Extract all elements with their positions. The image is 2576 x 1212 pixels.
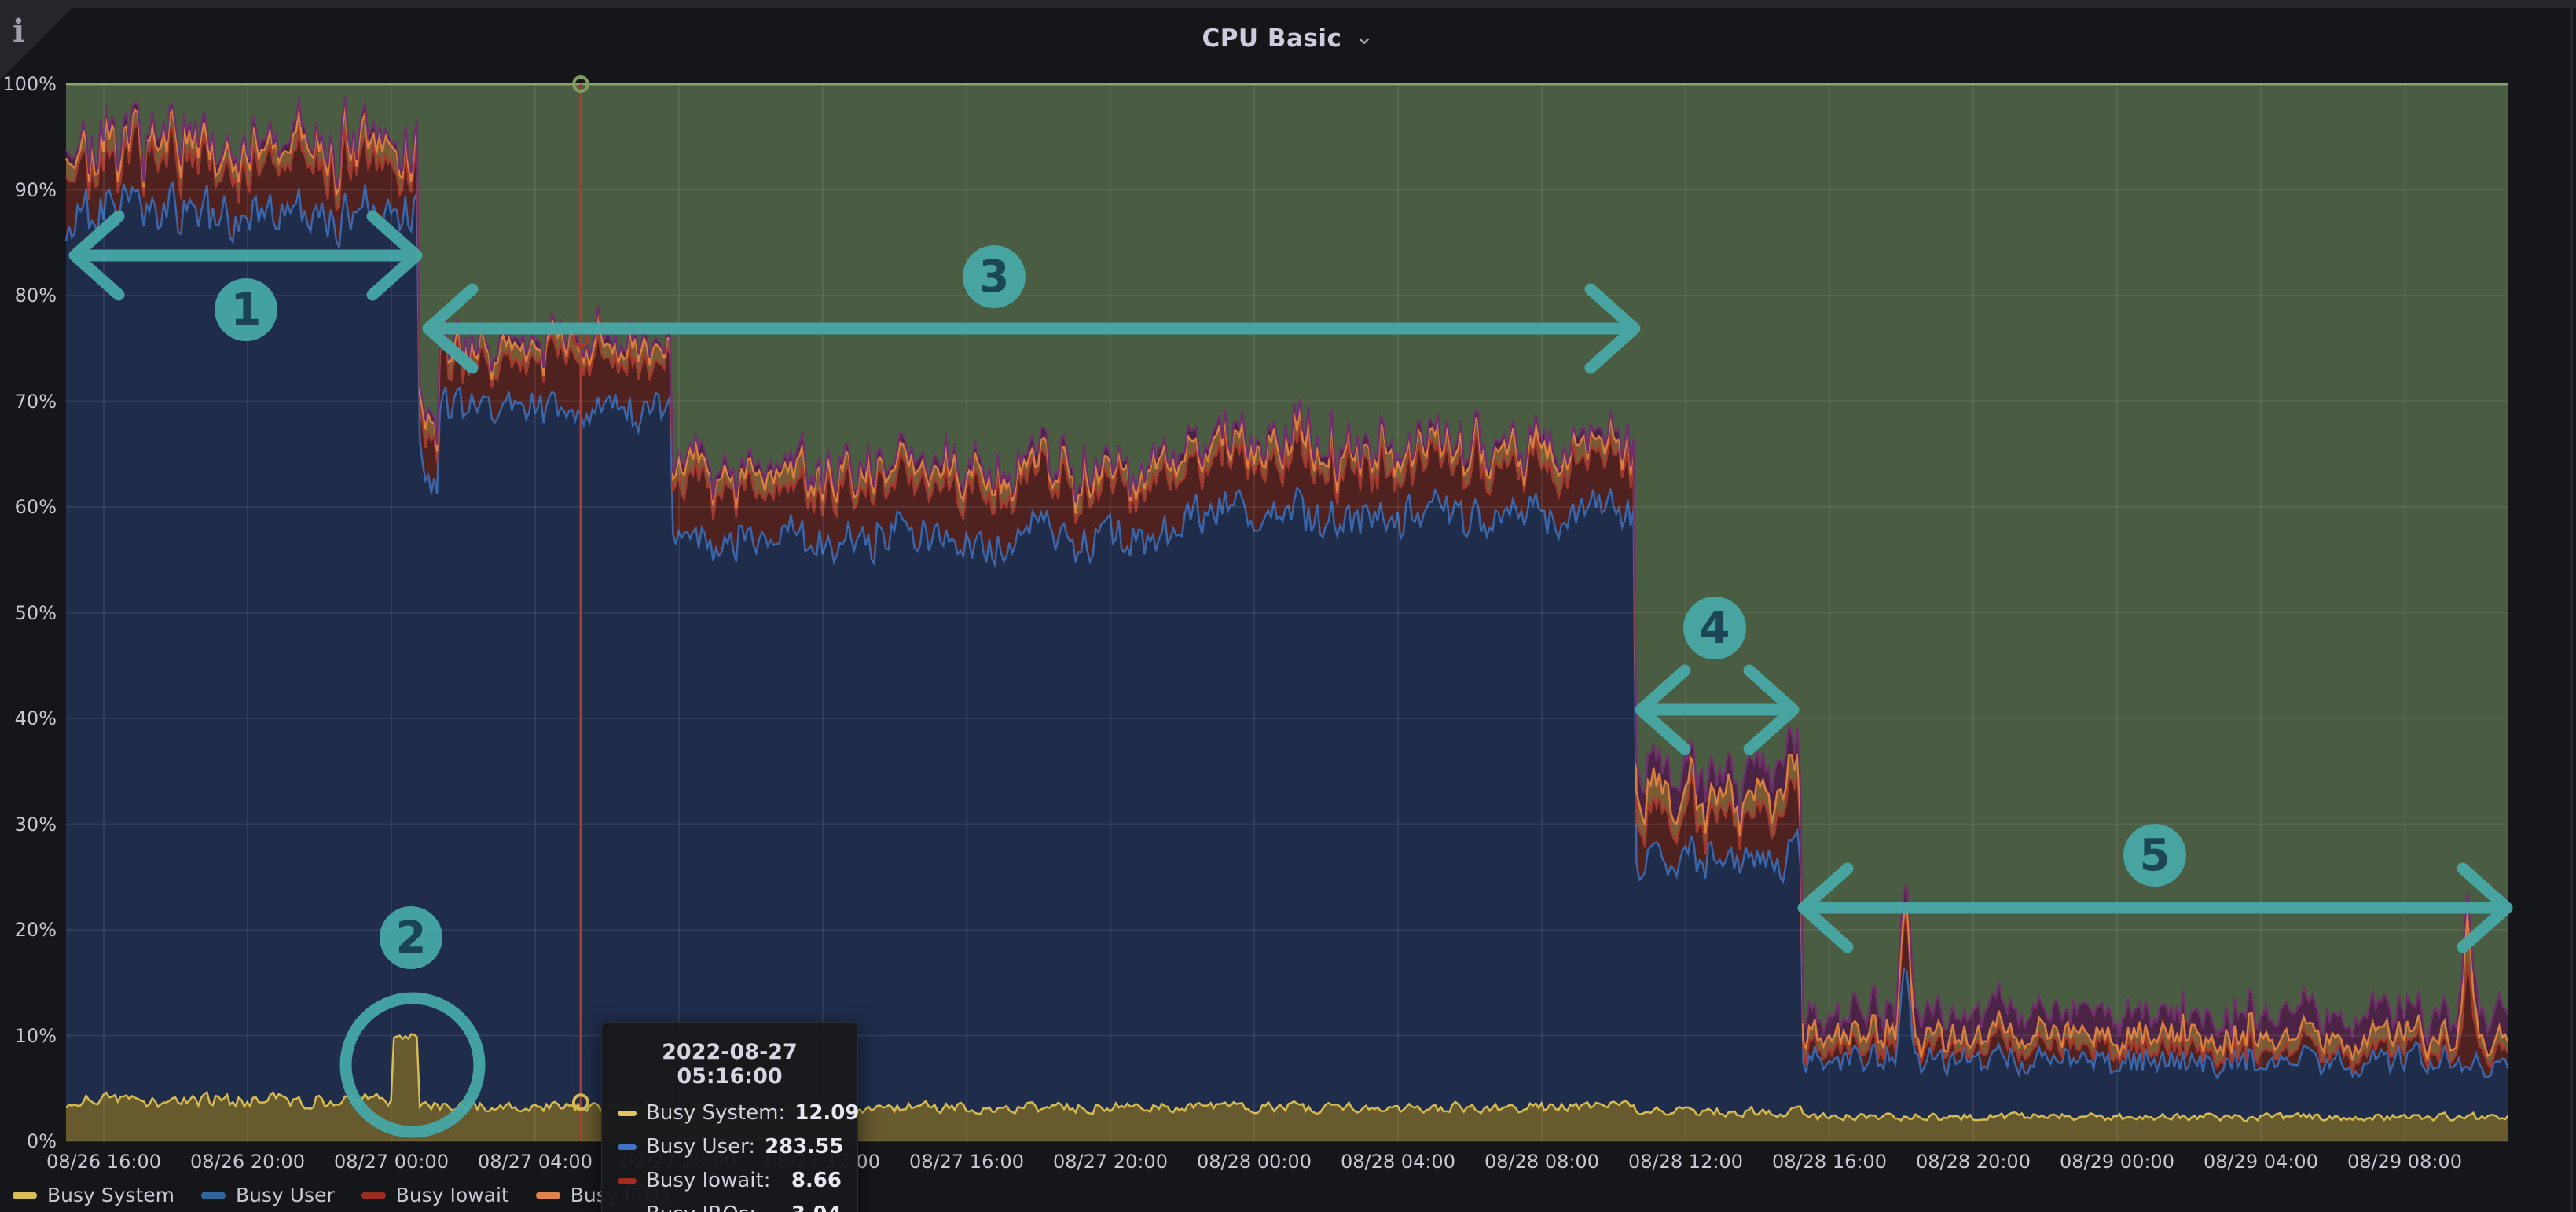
annotation-badge-5: 5 xyxy=(2123,824,2186,887)
legend-swatch xyxy=(361,1192,386,1199)
annotation-badge-1: 1 xyxy=(215,278,277,341)
legend-item[interactable]: Busy System xyxy=(13,1184,174,1206)
annotation-badge-2: 2 xyxy=(380,906,442,969)
y-axis-label: 0% xyxy=(0,1130,57,1152)
tooltip-row: Busy Iowait: 8.66 xyxy=(618,1169,842,1192)
y-axis-label: 50% xyxy=(0,602,57,624)
tooltip-series-label: Busy System: xyxy=(646,1101,785,1125)
tooltip-series-label: Busy Iowait: xyxy=(646,1169,782,1192)
y-axis-label: 70% xyxy=(0,391,57,413)
hover-tooltip: 2022-08-27 05:16:00 Busy System:12.09Bus… xyxy=(601,1022,858,1212)
tooltip-row: Busy IRQs: 3.94 xyxy=(618,1203,842,1212)
tooltip-timestamp: 2022-08-27 05:16:00 xyxy=(618,1040,842,1089)
legend-label: Busy System xyxy=(47,1184,174,1206)
tooltip-series-value: 3.94 xyxy=(791,1203,842,1212)
annotation-badge-3: 3 xyxy=(963,245,1026,308)
legend-swatch xyxy=(201,1192,226,1199)
annotation-badge-4: 4 xyxy=(1683,597,1746,659)
tooltip-row: Busy User: 283.55 xyxy=(618,1135,842,1159)
legend: Busy SystemBusy UserBusy IowaitBusy IRQs xyxy=(13,1184,670,1206)
y-axis-label: 100% xyxy=(0,73,57,95)
series-color-dash xyxy=(618,1111,637,1116)
panel-right-border xyxy=(2570,8,2573,1212)
x-axis-label: 08/29 08:00 xyxy=(2314,1151,2495,1173)
tooltip-series-label: Busy User: xyxy=(646,1135,755,1159)
series-color-dash xyxy=(618,1178,637,1184)
legend-item[interactable]: Busy Iowait xyxy=(361,1184,509,1206)
legend-label: Busy Iowait xyxy=(396,1184,509,1206)
y-axis-label: 30% xyxy=(0,814,57,836)
svg-text:3: 3 xyxy=(979,252,1010,303)
tooltip-series-value: 12.09 xyxy=(794,1101,859,1125)
tooltip-series-value: 283.55 xyxy=(765,1135,843,1159)
legend-label: Busy User xyxy=(236,1184,335,1206)
svg-text:1: 1 xyxy=(231,285,262,336)
y-axis-label: 90% xyxy=(0,179,57,201)
svg-text:2: 2 xyxy=(396,913,427,964)
y-axis-label: 80% xyxy=(0,285,57,307)
tooltip-series-value: 8.66 xyxy=(791,1169,842,1192)
svg-text:5: 5 xyxy=(2140,830,2171,881)
y-axis-label: 60% xyxy=(0,496,57,518)
legend-swatch xyxy=(13,1192,37,1199)
y-axis-label: 20% xyxy=(0,919,57,941)
y-axis-label: 10% xyxy=(0,1025,57,1047)
series-color-dash xyxy=(618,1144,637,1150)
legend-swatch xyxy=(536,1192,560,1199)
svg-text:4: 4 xyxy=(1700,603,1730,654)
y-axis-label: 40% xyxy=(0,707,57,729)
legend-item[interactable]: Busy User xyxy=(201,1184,335,1206)
grafana-panel: i CPU Basic ⌄ 12345 100%90%80%70%60%50%4… xyxy=(0,0,2576,1212)
tooltip-series-label: Busy IRQs: xyxy=(646,1203,782,1212)
tooltip-row: Busy System:12.09 xyxy=(618,1101,842,1125)
cpu-usage-chart[interactable]: 1 2 3 4 5 xyxy=(0,0,2576,1212)
